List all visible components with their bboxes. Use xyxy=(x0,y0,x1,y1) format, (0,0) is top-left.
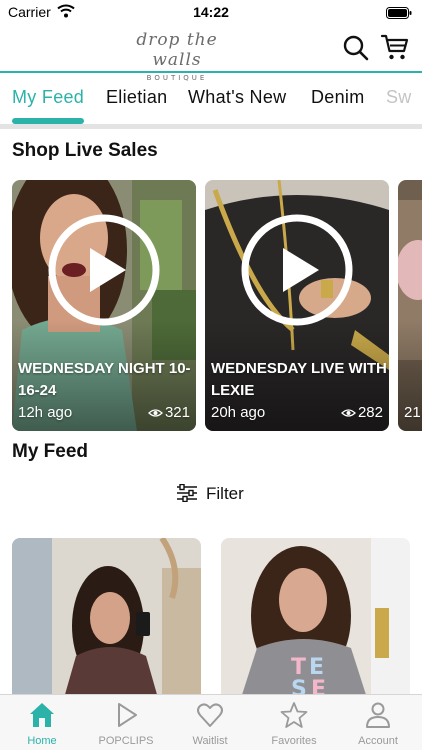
live-sale-time: 12h ago xyxy=(18,404,73,421)
nav-favorites[interactable]: Favorites xyxy=(252,695,336,750)
play-icon xyxy=(118,703,137,727)
nav-home-label: Home xyxy=(27,735,57,747)
play-icon xyxy=(48,214,160,326)
nav-popclips[interactable]: POPCLIPS xyxy=(84,695,168,750)
live-sales-heading: Shop Live Sales xyxy=(12,140,158,161)
live-sale-title: WEDNESDAY LIVE WITH LEXIE xyxy=(211,360,387,399)
nav-account-label: Account xyxy=(358,735,398,747)
cart-icon xyxy=(380,34,409,60)
live-sale-views: 282 xyxy=(341,404,383,421)
app-header: drop the walls BOUTIQUE xyxy=(0,24,422,82)
live-sale-card[interactable]: WEDNESDAY LIVE WITH LEXIE 20h ago 282 xyxy=(205,180,389,431)
eye-icon xyxy=(148,409,163,417)
live-sale-card[interactable]: 21 xyxy=(398,180,422,431)
nav-waitlist[interactable]: Waitlist xyxy=(168,695,252,750)
feed-item-image: T E S E xyxy=(221,538,410,698)
brand-logo[interactable]: drop the walls BOUTIQUE xyxy=(118,26,236,82)
tab-sw[interactable]: Sw xyxy=(386,87,412,108)
category-tabs: My Feed Elietian What's New Denim Sw xyxy=(0,73,422,125)
feed-item[interactable]: T E S E xyxy=(221,538,410,698)
search-icon xyxy=(343,35,369,61)
heart-icon xyxy=(197,703,223,727)
tabs-divider xyxy=(0,124,422,129)
feed-heading: My Feed xyxy=(12,441,89,462)
feed-item-image xyxy=(12,538,201,698)
views-count: 321 xyxy=(164,404,190,421)
live-sale-time: 21 xyxy=(404,404,421,421)
tab-elietian[interactable]: Elietian xyxy=(106,87,167,108)
live-sale-views: 321 xyxy=(148,404,190,421)
filter-label: Filter xyxy=(206,484,244,503)
nav-home[interactable]: Home xyxy=(0,695,84,750)
cart-button[interactable] xyxy=(380,32,410,62)
live-sale-card[interactable]: WEDNESDAY NIGHT 10-16-24 12h ago 321 xyxy=(12,180,196,431)
logo-script: drop the walls xyxy=(136,30,218,70)
search-button[interactable] xyxy=(342,34,370,62)
status-time: 14:22 xyxy=(193,4,229,20)
play-icon xyxy=(241,214,353,326)
home-icon xyxy=(30,703,54,727)
bottom-nav: Home POPCLIPS Waitlist Favorites Account xyxy=(0,694,422,750)
nav-popclips-label: POPCLIPS xyxy=(98,735,154,747)
live-sale-time: 20h ago xyxy=(211,404,266,421)
tab-my-feed[interactable]: My Feed xyxy=(12,87,84,108)
nav-favorites-label: Favorites xyxy=(271,735,317,747)
live-sale-title: WEDNESDAY NIGHT 10-16-24 xyxy=(18,360,191,399)
filter-sliders-icon xyxy=(177,483,197,503)
live-sales-carousel[interactable]: WEDNESDAY NIGHT 10-16-24 12h ago 321 WED… xyxy=(12,180,422,431)
nav-account[interactable]: Account xyxy=(336,695,420,750)
nav-waitlist-label: Waitlist xyxy=(192,735,228,747)
views-count: 282 xyxy=(357,404,383,421)
status-bar: Carrier 14:22 xyxy=(0,0,422,24)
feed-item[interactable] xyxy=(12,538,201,698)
battery-icon xyxy=(386,6,412,24)
filter-button[interactable]: Filter xyxy=(176,483,244,508)
tab-whats-new[interactable]: What's New xyxy=(188,87,286,108)
star-icon xyxy=(280,702,308,728)
person-icon xyxy=(366,702,390,728)
tab-denim[interactable]: Denim xyxy=(311,87,365,108)
eye-icon xyxy=(341,409,356,417)
